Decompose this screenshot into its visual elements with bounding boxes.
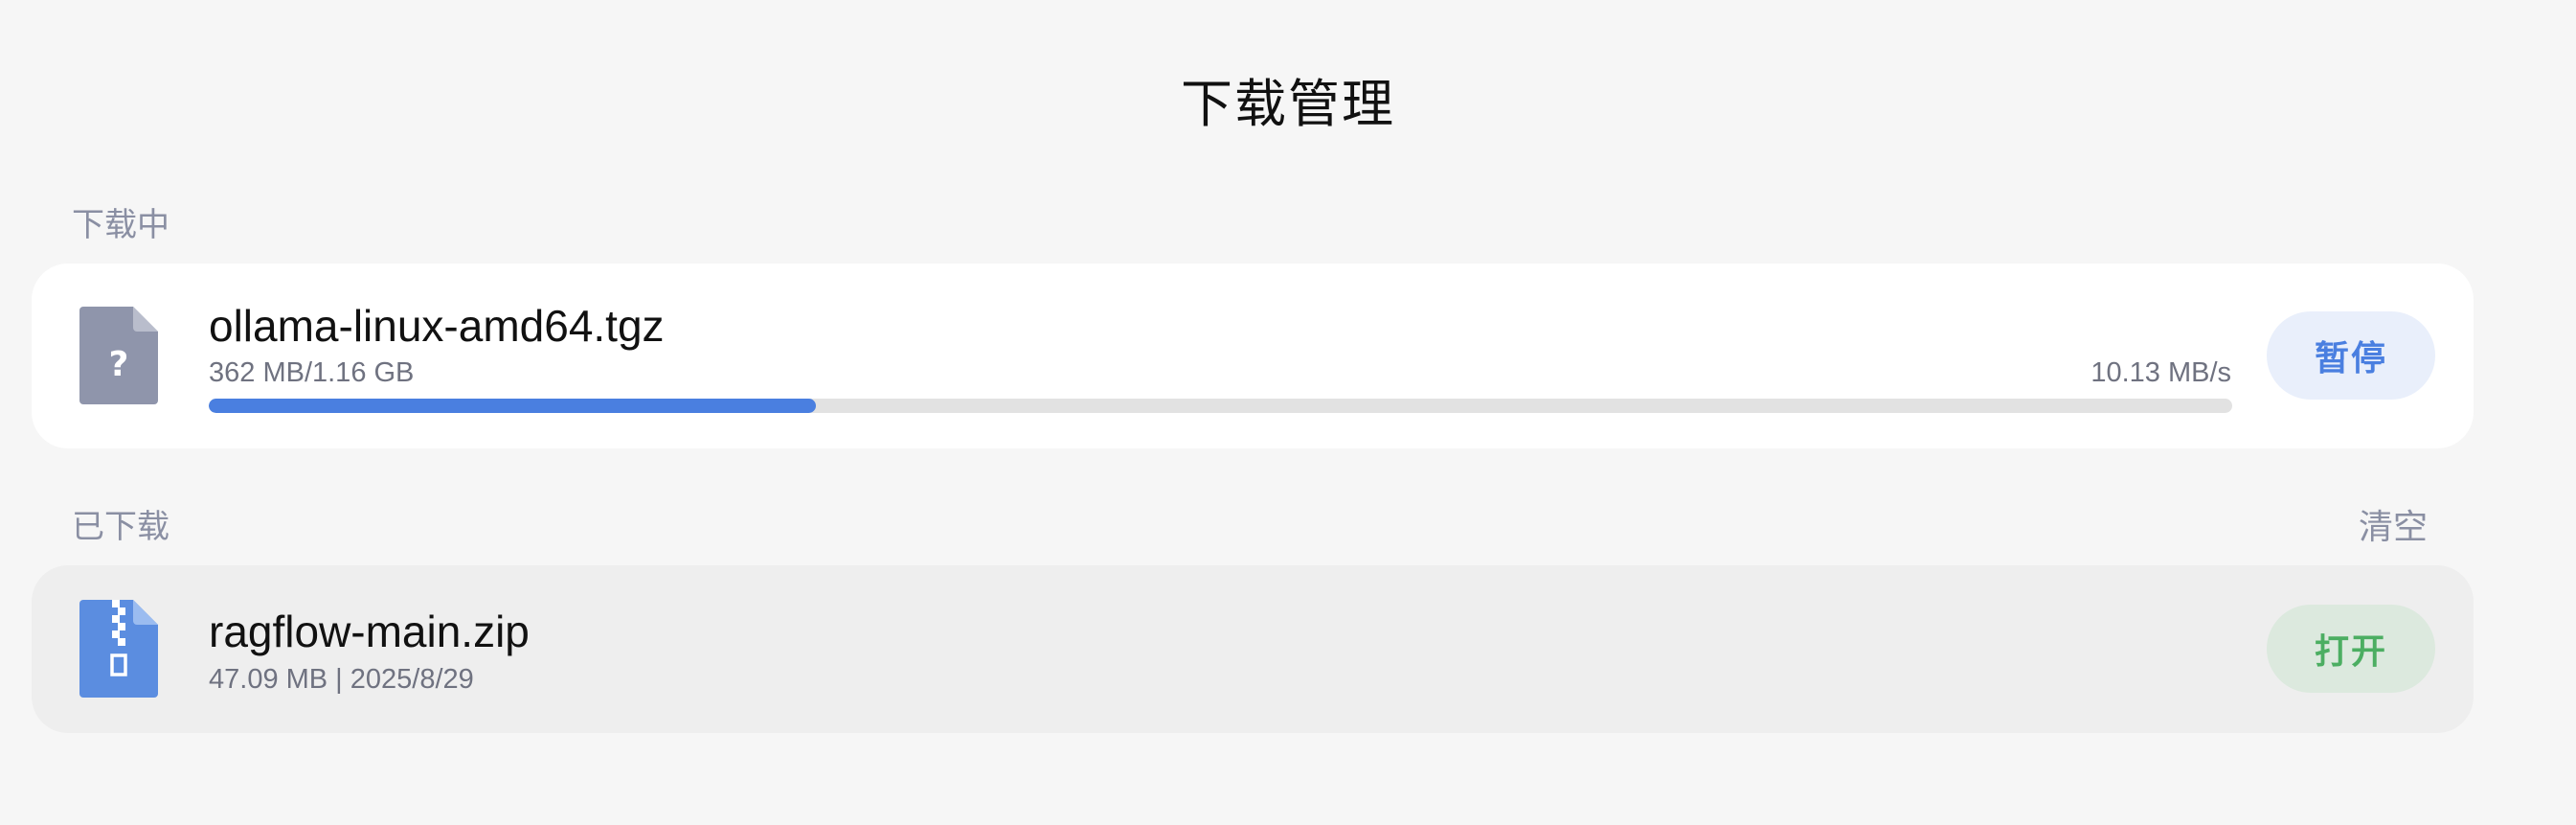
pause-button[interactable]: 暂停: [2267, 311, 2435, 400]
page-title: 下载管理: [1181, 76, 1395, 133]
svg-text:?: ?: [109, 345, 129, 384]
downloading-section-label: 下载中: [72, 207, 169, 243]
downloaded-section-label: 已下载: [72, 509, 169, 545]
progress-bar: [209, 399, 2232, 413]
file-name: ollama-linux-amd64.tgz: [209, 301, 665, 351]
clear-button[interactable]: 清空: [2359, 499, 2428, 549]
file-meta: 47.09 MB | 2025/8/29: [209, 664, 474, 695]
download-size-progress: 362 MB/1.16 GB: [209, 357, 415, 388]
unknown-file-icon: ?: [79, 307, 158, 404]
download-item-completed: ragflow-main.zip 47.09 MB | 2025/8/29 打开: [32, 565, 2474, 733]
file-name: ragflow-main.zip: [209, 607, 530, 656]
progress-bar-fill: [209, 399, 816, 413]
download-item-active: ? ollama-linux-amd64.tgz 362 MB/1.16 GB …: [32, 264, 2474, 448]
open-button[interactable]: 打开: [2267, 605, 2435, 693]
zip-file-icon: [79, 600, 158, 698]
download-speed: 10.13 MB/s: [2090, 357, 2231, 388]
